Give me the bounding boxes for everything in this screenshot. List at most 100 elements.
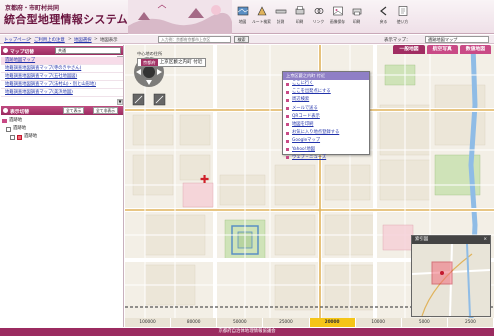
display-map-select[interactable]: 遺跡地図マップ <box>425 36 489 43</box>
main-toolbar: 地図 ルート検索 計測 印刷 リンク 画像保存 印刷 戻る 使い方 <box>233 2 412 32</box>
overview-map-title: 索引図 <box>415 237 429 242</box>
scale-option[interactable]: 80000 <box>171 318 218 327</box>
breadcrumb-guide-link[interactable]: ご利用上の注意 <box>34 37 65 43</box>
overview-map-panel: 索引図 × <box>411 235 491 317</box>
context-menu-item[interactable]: 地図を印刷 <box>283 121 369 129</box>
context-menu-item[interactable]: Yahoo!地図 <box>283 146 369 154</box>
back-icon <box>379 6 386 16</box>
address-search-input[interactable] <box>158 36 231 43</box>
map-layer-item[interactable]: 地籍調査地図調査マップ(美浜地図) <box>1 89 123 97</box>
link-icon <box>314 8 323 14</box>
layer-tree: 遺跡地 遺跡地 遺跡地 <box>2 117 37 141</box>
map-layer-item[interactable]: 遺跡地図マップ <box>1 57 123 65</box>
context-menu-item[interactable]: 周辺検索 <box>283 96 369 104</box>
map-tab[interactable]: 航空写真 <box>426 45 458 54</box>
show-all-button[interactable]: 全て表示 <box>63 107 85 114</box>
map-tab[interactable]: 一般地図 <box>393 45 425 54</box>
scale-selector: 100000 80000 50000 25000 20000 10000 5000 2500 <box>125 318 494 327</box>
toolbar-button-back[interactable]: 戻る <box>374 2 393 30</box>
hide-all-button[interactable]: 全て非表示 <box>93 107 118 114</box>
context-menu-item-label: 周辺検索 <box>292 97 310 103</box>
scale-option[interactable]: 25000 <box>263 318 310 327</box>
context-menu-item-label: ウェブ・ニューズ <box>292 154 327 160</box>
context-menu-item[interactable]: ここを出発点にする <box>283 88 369 96</box>
map-layer-item[interactable]: 地籍調査地図調査マップ(法村山)・別と山形地) <box>1 81 123 89</box>
map-tab[interactable]: 数値地図 <box>459 45 491 54</box>
context-menu-item[interactable]: QRコード表示 <box>283 113 369 121</box>
print-icon <box>295 6 304 15</box>
app-header: 京都府・市町村共同 統合型地理情報システム(GIS) 地図 ルート検索 計測 印刷 リン… <box>0 0 494 34</box>
toolbar-button-link[interactable]: リンク <box>309 2 328 30</box>
display-switch-header: 表示切替 全て表示 全て非表示 <box>1 106 123 115</box>
context-menu-title: 上京区藪之内町 付近 <box>283 72 369 80</box>
breadcrumb-current: 地図表示 <box>100 38 118 43</box>
layer-tree-label: 遺跡地 <box>13 126 27 131</box>
context-menu-item[interactable]: お気に入り地点登録する <box>283 129 369 137</box>
image-save-icon <box>332 6 343 16</box>
map-icon <box>237 6 248 16</box>
layer-checkbox[interactable] <box>10 134 15 140</box>
context-menu-item-label: ここに行く <box>292 81 314 86</box>
context-menu-item[interactable]: Googleマップ <box>283 137 369 145</box>
current-address-display: 京都府 上京区藪之内町 付近 <box>137 58 207 67</box>
location-marker-icon[interactable]: ✚ <box>200 173 209 186</box>
center-address-label: 中心地の住所 <box>137 51 163 56</box>
scale-option[interactable]: 5000 <box>401 318 448 327</box>
toolbar-button-help[interactable]: 使い方 <box>393 2 412 30</box>
map-layer-item[interactable]: 地籍調査地図調査マップ(五社地図図) <box>1 73 123 81</box>
context-menu-item[interactable]: ここに行く <box>283 80 369 88</box>
context-menu-item[interactable]: ウェブ・ニューズ <box>283 154 369 162</box>
scale-option[interactable]: 100000 <box>125 318 172 327</box>
scale-option[interactable]: 2500 <box>447 318 494 327</box>
toolbar-button-label: リンク <box>312 19 325 24</box>
bullet-icon <box>286 98 289 102</box>
map-layer-list: 遺跡地図マップ 地籍調査地図調査マップ(寺のきやさん) 地籍調査地図調査マップ(五社… <box>1 57 123 97</box>
overview-close-icon[interactable]: × <box>483 236 487 244</box>
context-menu-item-label: Yahoo!地図 <box>292 146 315 152</box>
layer-tree-row: 遺跡地 <box>2 117 37 125</box>
breadcrumb-separator: > <box>28 37 32 42</box>
overview-map-header: 索引図 × <box>412 236 490 244</box>
scale-option[interactable]: 50000 <box>217 318 264 327</box>
measure-icon <box>275 9 286 14</box>
overview-map-image[interactable] <box>411 243 491 317</box>
display-switch-title: 表示切替 <box>10 110 30 115</box>
layer-tree-row: 遺跡地 <box>2 133 37 141</box>
scale-option[interactable]: 10000 <box>355 318 402 327</box>
scale-option[interactable]: 20000 <box>309 318 356 327</box>
toolbar-button-label: 計測 <box>276 19 285 24</box>
breadcrumb-top-link[interactable]: トップページ <box>4 37 30 43</box>
bullet-icon <box>286 123 289 127</box>
bullet-icon <box>286 115 289 119</box>
bullet-icon <box>286 82 289 86</box>
breadcrumb-map-select-link[interactable]: 地図選択 <box>74 37 92 43</box>
bullet-icon <box>286 148 289 151</box>
context-menu-item[interactable]: メールで送る <box>283 105 369 113</box>
print2-icon <box>352 8 361 16</box>
toolbar-button-label: 地図 <box>238 19 247 24</box>
map-category-select[interactable]: 共通 <box>55 47 121 54</box>
toolbar-button-print[interactable]: 印刷 <box>290 2 309 30</box>
context-menu-item-label: QRコード表示 <box>292 113 320 119</box>
toolbar-button-map[interactable]: 地図 <box>233 2 252 30</box>
search-button[interactable]: 検索 <box>234 36 249 43</box>
bullet-icon <box>286 131 289 135</box>
toolbar-button-image-save[interactable]: 画像保存 <box>328 2 347 30</box>
context-menu-item-label: メールで送る <box>292 105 318 111</box>
heritage-site-icon <box>17 134 22 140</box>
footer-credit: 京都府自治体地理情報協議会 <box>0 328 494 336</box>
map-layer-item[interactable]: 地籍調査地図調査マップ(寺のきやさん) <box>1 65 123 73</box>
toolbar-button-label: ルート検索 <box>252 19 271 24</box>
breadcrumb-separator: > <box>94 37 98 42</box>
toolbar-button-measure[interactable]: 計測 <box>271 2 290 30</box>
toolbar-button-label: 印刷 <box>352 19 361 24</box>
bullet-icon <box>286 90 289 94</box>
context-menu-item-label: 地図を印刷 <box>292 121 314 127</box>
layer-scroll-down-icon[interactable]: ▼ <box>117 99 123 105</box>
prefecture-tag: 京都府 <box>141 59 158 66</box>
toolbar-button-route[interactable]: ルート検索 <box>252 2 271 30</box>
layer-checkbox[interactable] <box>6 126 11 132</box>
map-context-menu: 上京区藪之内町 付近 ここに行くここを出発点にする 周辺検索メールで送る QRコード… <box>282 71 370 160</box>
toolbar-button-print2[interactable]: 印刷 <box>347 2 366 30</box>
map-view[interactable]: N 中心地の住所 京都府 上京区藪之内町 付近 一般地図 航空写真 数値地図 上京区… <box>125 45 494 318</box>
